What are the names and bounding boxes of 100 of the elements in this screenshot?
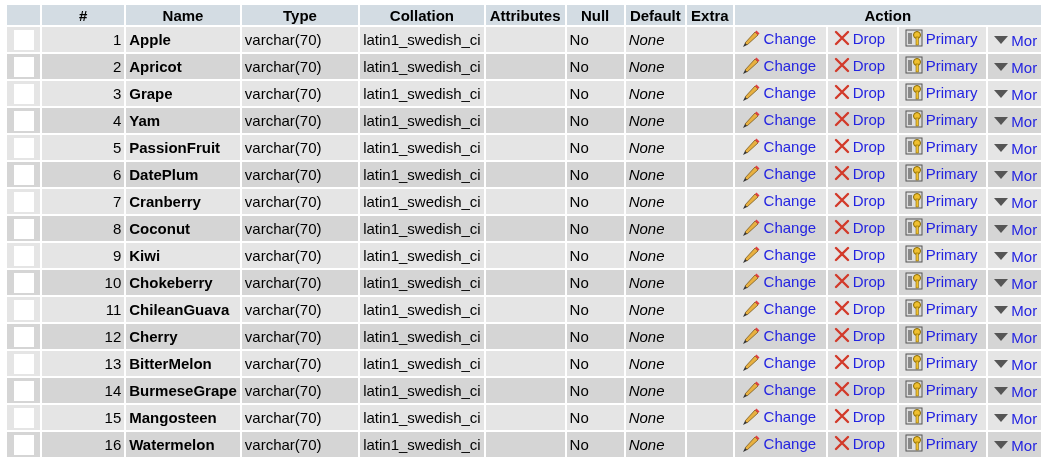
caret-icon (994, 198, 1009, 207)
table-cell: No (566, 216, 624, 241)
table-cell: No (566, 81, 624, 106)
table-cell: None (625, 297, 686, 322)
table-cell: 11 (42, 297, 125, 322)
table-cell: No (566, 378, 624, 403)
table-cell: varchar(70) (241, 216, 359, 241)
pencil-icon (740, 28, 761, 48)
cross-icon (833, 381, 850, 398)
caret-icon (994, 117, 1009, 126)
checkbox[interactable] (13, 407, 34, 428)
table-cell: Apple (126, 27, 240, 52)
table-cell: Yam (126, 108, 240, 133)
table-cell: No (566, 135, 624, 160)
table-cell: ChileanGuava (126, 297, 240, 322)
table-cell: latin1_swedish_ci (360, 108, 484, 133)
table-cell: DatePlum (126, 162, 240, 187)
table-cell: varchar(70) (241, 297, 359, 322)
table-cell: varchar(70) (241, 378, 359, 403)
table-cell: latin1_swedish_ci (360, 81, 484, 106)
table-cell: Mangosteen (126, 405, 240, 430)
table-cell: 1 (42, 27, 125, 52)
table-cell: latin1_swedish_ci (360, 54, 484, 79)
table-cell: Cranberry (126, 189, 240, 214)
table-cell: No (566, 351, 624, 376)
table-cell: latin1_swedish_ci (360, 216, 484, 241)
checkbox[interactable] (13, 164, 34, 185)
table-cell: No (566, 270, 624, 295)
cross-icon (833, 273, 850, 290)
table-cell: Watermelon (126, 432, 240, 457)
table-cell: No (566, 162, 624, 187)
cross-icon (833, 165, 850, 182)
checkbox[interactable] (13, 191, 34, 212)
checkbox[interactable] (13, 29, 34, 50)
table-cell: latin1_swedish_ci (360, 162, 484, 187)
pencil-icon (740, 433, 761, 453)
checkbox[interactable] (13, 434, 34, 455)
checkbox[interactable] (13, 110, 34, 131)
table-cell: varchar(70) (241, 81, 359, 106)
table-cell: 15 (42, 405, 125, 430)
caret-icon (994, 225, 1009, 234)
checkbox[interactable] (13, 353, 34, 374)
checkbox[interactable] (13, 83, 34, 104)
table-cell: latin1_swedish_ci (360, 243, 484, 268)
checkbox[interactable] (13, 137, 34, 158)
table-cell: latin1_swedish_ci (360, 405, 484, 430)
column-header: Type (241, 5, 359, 25)
table-cell: None (625, 162, 686, 187)
table-cell: varchar(70) (241, 324, 359, 349)
caret-icon (994, 63, 1009, 72)
table-cell: Chokeberry (126, 270, 240, 295)
pencil-icon (740, 190, 761, 210)
caret-icon (994, 387, 1009, 396)
table-cell: varchar(70) (241, 351, 359, 376)
table-cell: 2 (42, 54, 125, 79)
cross-icon (833, 192, 850, 209)
table-cell: varchar(70) (241, 243, 359, 268)
caret-icon (994, 414, 1009, 423)
column-header: Null (566, 5, 624, 25)
table-cell: 12 (42, 324, 125, 349)
table-cell: latin1_swedish_ci (360, 189, 484, 214)
table-cell: latin1_swedish_ci (360, 378, 484, 403)
caret-icon (994, 90, 1009, 99)
cross-icon (833, 354, 850, 371)
column-header: Extra (687, 5, 733, 25)
table-cell: latin1_swedish_ci (360, 27, 484, 52)
checkbox[interactable] (13, 326, 34, 347)
table-cell: 7 (42, 189, 125, 214)
column-header: Attributes (485, 5, 565, 25)
cross-icon (833, 327, 850, 344)
table-cell: BurmeseGrape (126, 378, 240, 403)
caret-icon (994, 171, 1009, 180)
caret-icon (994, 36, 1009, 45)
checkbox[interactable] (13, 56, 34, 77)
checkbox[interactable] (13, 245, 34, 266)
table-cell: 6 (42, 162, 125, 187)
pencil-icon (740, 244, 761, 264)
caret-icon (994, 252, 1009, 261)
table-cell: latin1_swedish_ci (360, 351, 484, 376)
table-cell: varchar(70) (241, 189, 359, 214)
cross-icon (833, 435, 850, 452)
table-cell: No (566, 27, 624, 52)
table-cell: varchar(70) (241, 405, 359, 430)
pencil-icon (740, 55, 761, 75)
cross-icon (833, 57, 850, 74)
checkbox[interactable] (13, 299, 34, 320)
checkbox[interactable] (13, 272, 34, 293)
checkbox[interactable] (13, 218, 34, 239)
table-cell: None (625, 81, 686, 106)
table-cell: None (625, 405, 686, 430)
cross-icon (833, 84, 850, 101)
table-cell: latin1_swedish_ci (360, 135, 484, 160)
checkbox[interactable] (13, 380, 34, 401)
table-cell: varchar(70) (241, 270, 359, 295)
table-cell: latin1_swedish_ci (360, 324, 484, 349)
caret-icon (994, 441, 1009, 450)
caret-icon (994, 306, 1009, 315)
table-cell: latin1_swedish_ci (360, 432, 484, 457)
table-cell: varchar(70) (241, 162, 359, 187)
table-cell: 4 (42, 108, 125, 133)
